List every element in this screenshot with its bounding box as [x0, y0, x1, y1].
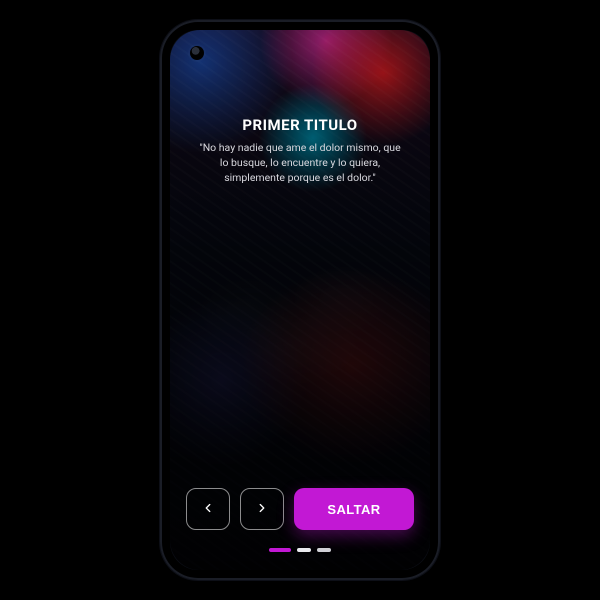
onboarding-subtitle: "No hay nadie que ame el dolor mismo, qu… [195, 140, 405, 186]
onboarding-title: PRIMER TITULO [192, 116, 408, 134]
page-dot-2[interactable] [297, 548, 311, 552]
next-button[interactable] [240, 488, 284, 530]
onboarding-nav: SALTAR [186, 488, 414, 530]
skip-button[interactable]: SALTAR [294, 488, 414, 530]
prev-button[interactable] [186, 488, 230, 530]
phone-frame: PRIMER TITULO "No hay nadie que ame el d… [160, 20, 440, 580]
page-dot-3[interactable] [317, 548, 331, 552]
page-indicator [170, 548, 430, 552]
chevron-left-icon [201, 501, 215, 518]
punch-hole-camera [190, 46, 204, 60]
page-dot-1[interactable] [269, 548, 291, 552]
screen: PRIMER TITULO "No hay nadie que ame el d… [170, 30, 430, 570]
onboarding-copy: PRIMER TITULO "No hay nadie que ame el d… [170, 116, 430, 186]
chevron-right-icon [255, 501, 269, 518]
